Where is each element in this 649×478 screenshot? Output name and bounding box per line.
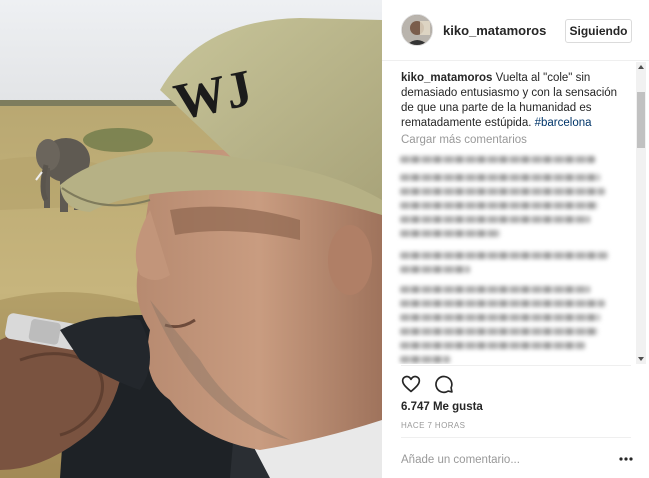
caption-username[interactable]: kiko_matamoros [401,72,492,84]
user-avatar[interactable] [401,14,433,46]
comments-list: kiko_matamoros Vuelta al "cole" sin dema… [382,62,649,364]
likes-count[interactable]: 6.747 Me gusta [401,401,483,413]
blurred-comment [400,252,610,280]
blurred-comment [400,174,610,244]
post-timestamp[interactable]: HACE 7 HORAS [401,421,465,430]
username-link[interactable]: kiko_matamoros [443,23,546,38]
scrollbar-thumb[interactable] [637,92,645,148]
post-details-panel: kiko_matamoros Siguiendo kiko_matamoros … [382,0,649,478]
scroll-up-arrow-icon[interactable] [638,65,644,69]
add-comment-input[interactable] [401,452,601,468]
comment-bubble-icon[interactable] [434,374,454,394]
hashtag-link[interactable]: #barcelona [535,117,592,129]
blurred-comment [400,286,610,364]
blurred-comment [400,156,610,170]
avatar-icon [402,15,432,45]
post-photo[interactable]: WJ [0,0,382,478]
more-options-icon[interactable] [618,452,634,466]
scroll-down-arrow-icon[interactable] [638,357,644,361]
heart-icon[interactable] [401,374,421,394]
photo-scene: WJ [0,0,382,478]
post-header: kiko_matamoros Siguiendo [382,0,649,61]
post-caption: kiko_matamoros Vuelta al "cole" sin dema… [401,71,623,131]
following-button[interactable]: Siguiendo [565,19,632,43]
comments-scrollbar[interactable] [636,62,646,364]
divider [401,365,631,366]
divider [401,437,631,438]
load-more-comments-link[interactable]: Cargar más comentarios [401,134,527,146]
